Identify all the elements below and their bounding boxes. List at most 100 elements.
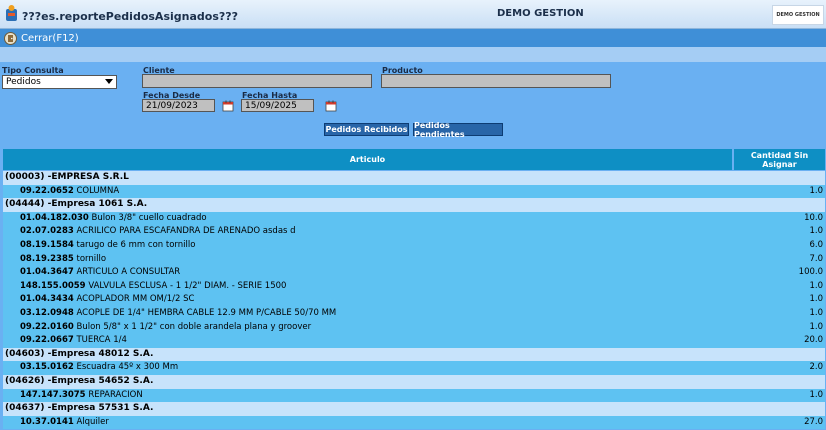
table-row[interactable]: 09.22.0667 TUERCA 1/4 20.0 [3,334,825,348]
group-row: (04626) -Empresa 54652 S.A. [3,374,825,389]
toolbar: Cerrar(F12) [0,29,826,47]
title-bar: ???es.reportePedidosAsignados??? DEMO GE… [0,0,826,29]
close-button-label: Cerrar(F12) [21,32,79,44]
company-logo: DEMO GESTION [772,5,824,25]
cantidad-cell: 1.0 [809,280,823,291]
articulo-code: 08.19.1584 [20,239,74,250]
articulo-description: Alquiler [76,416,109,427]
fecha-hasta-input[interactable]: 15/09/2025 [241,99,314,112]
articulo-code: 09.22.0652 [20,185,74,196]
table-row[interactable]: 147.147.3075 REPARACION 1.0 [3,388,825,403]
table-row[interactable]: 01.04.3434 ACOPLADOR MM OM/1/2 SC 1.0 [3,293,825,307]
cantidad-cell: 100.0 [798,267,823,278]
table-row[interactable]: 02.07.0283 ACRILICO PARA ESCAFANDRA DE A… [3,225,825,239]
articulo-code: 01.04.3434 [20,294,74,305]
table-row[interactable]: 03.12.0948 ACOPLE DE 1/4" HEMBRA CABLE 1… [3,306,825,321]
articulo-description: tarugo de 6 mm con tornillo [76,239,196,250]
cantidad-cell: 20.0 [804,335,823,346]
fecha-desde-input[interactable]: 21/09/2023 [142,99,215,112]
table-row[interactable]: 01.04.182.030 Bulon 3/8" cuello cuadrado… [3,211,825,226]
cantidad-cell: 1.0 [809,321,823,332]
table-row[interactable]: 03.15.0162 Escuadra 45º x 300 Mm 2.0 [3,361,825,375]
tipo-consulta-label: Tipo Consulta [2,66,64,75]
articulo-code: 10.37.0141 [20,416,74,427]
articulo-description: TUERCA 1/4 [76,335,127,346]
articulo-description: VALVULA ESCLUSA - 1 1/2" DIAM. - SERIE 1… [88,280,287,291]
cliente-input[interactable] [142,74,372,88]
articulo-description: ARTICULO A CONSULTAR [76,267,181,278]
calendar-icon[interactable] [222,100,234,112]
door-exit-icon [4,31,17,45]
cantidad-cell: 2.0 [809,362,823,373]
grid-body: (00003) -EMPRESA S.R.L 09.22.0652 COLUMNA… [3,171,825,430]
articulo-cell: 03.15.0162 Escuadra 45º x 300 Mm [20,361,178,375]
articulo-cell: 09.22.0667 TUERCA 1/4 [20,334,127,348]
table-row[interactable]: 10.37.0141 Alquiler 27.0 [3,415,825,430]
cantidad-cell: 6.0 [809,239,823,250]
group-row: (04603) -Empresa 48012 S.A. [3,347,825,362]
articulo-description: ACOPLADOR MM OM/1/2 SC [76,294,195,305]
articulo-cell: 02.07.0283 ACRILICO PARA ESCAFANDRA DE A… [20,225,296,239]
tipo-consulta-select[interactable]: Pedidos [2,75,117,89]
table-row[interactable]: 08.19.2385 tornillo 7.0 [3,252,825,267]
articulo-description: COLUMNA [76,185,120,196]
calendar-icon[interactable] [325,100,337,112]
articulo-description: ACOPLE DE 1/4" HEMBRA CABLE 12.9 MM P/CA… [76,307,337,318]
articulo-cell: 08.19.1584 tarugo de 6 mm con tornillo [20,239,195,253]
articulo-code: 03.12.0948 [20,307,74,318]
cantidad-cell: 1.0 [809,389,823,400]
articulo-cell: 09.22.0652 COLUMNA [20,185,119,199]
grid-header: Articulo Cantidad Sin Asignar [3,149,825,170]
cantidad-cell: 7.0 [809,253,823,264]
articulo-cell: 01.04.3434 ACOPLADOR MM OM/1/2 SC [20,293,194,307]
group-row: (04444) -Empresa 1061 S.A. [3,198,825,212]
table-row[interactable]: 09.22.0160 Bulon 5/8" x 1 1/2" con doble… [3,320,825,335]
cantidad-cell: 10.0 [804,212,823,223]
separator-band [0,47,826,62]
articulo-code: 09.22.0667 [20,335,74,346]
close-button[interactable]: Cerrar(F12) [4,30,79,46]
cantidad-cell: 1.0 [809,185,823,196]
articulo-description: tornillo [76,253,107,264]
articulo-code: 147.147.3075 [20,389,86,400]
articulo-description: Bulon 3/8" cuello cuadrado [91,212,207,223]
articulo-description: ACRILICO PARA ESCAFANDRA DE ARENADO asda… [76,226,296,237]
column-header-cantidad[interactable]: Cantidad Sin Asignar [734,149,825,170]
articulo-cell: 10.37.0141 Alquiler [20,416,109,430]
group-row: (04637) -Empresa 57531 S.A. [3,402,825,416]
pedidos-recibidos-button[interactable]: Pedidos Recibidos [324,123,409,136]
table-row[interactable]: 08.19.1584 tarugo de 6 mm con tornillo 6.… [3,238,825,253]
app-title: ???es.reportePedidosAsignados??? [22,10,239,23]
articulo-description: Bulon 5/8" x 1 1/2" con doble arandela p… [76,321,312,332]
producto-input[interactable] [381,74,611,88]
cantidad-cell: 27.0 [804,416,823,427]
articulo-code: 09.22.0160 [20,321,74,332]
articulo-code: 03.15.0162 [20,362,74,373]
articulo-description: Escuadra 45º x 300 Mm [76,362,179,373]
column-header-articulo[interactable]: Articulo [3,149,732,170]
articulo-cell: 01.04.3647 ARTICULO A CONSULTAR [20,266,180,280]
articulo-code: 148.155.0059 [20,280,86,291]
articulo-cell: 148.155.0059 VALVULA ESCLUSA - 1 1/2" DI… [20,280,286,294]
group-row: (00003) -EMPRESA S.R.L [3,171,825,185]
table-row[interactable]: 148.155.0059 VALVULA ESCLUSA - 1 1/2" DI… [3,279,825,294]
cantidad-cell: 1.0 [809,294,823,305]
pedidos-pendientes-button[interactable]: Pedidos Pendientes [413,121,503,139]
articulo-cell: 03.12.0948 ACOPLE DE 1/4" HEMBRA CABLE 1… [20,307,336,321]
app-bag-icon [6,5,17,21]
articulo-code: 01.04.182.030 [20,212,89,223]
cantidad-cell: 1.0 [809,307,823,318]
company-title: DEMO GESTION [497,8,584,19]
articulo-description: REPARACION [88,389,143,400]
table-row[interactable]: 09.22.0652 COLUMNA 1.0 [3,184,825,199]
cantidad-cell: 1.0 [809,226,823,237]
articulo-cell: 08.19.2385 tornillo [20,253,106,267]
table-row[interactable]: 01.04.3647 ARTICULO A CONSULTAR 100.0 [3,266,825,280]
articulo-code: 01.04.3647 [20,267,74,278]
chevron-down-icon [105,79,113,84]
articulo-cell: 09.22.0160 Bulon 5/8" x 1 1/2" con doble… [20,321,311,335]
articulo-code: 08.19.2385 [20,253,74,264]
articulo-code: 02.07.0283 [20,226,74,237]
articulo-cell: 147.147.3075 REPARACION [20,389,143,403]
articulo-cell: 01.04.182.030 Bulon 3/8" cuello cuadrado [20,212,207,226]
